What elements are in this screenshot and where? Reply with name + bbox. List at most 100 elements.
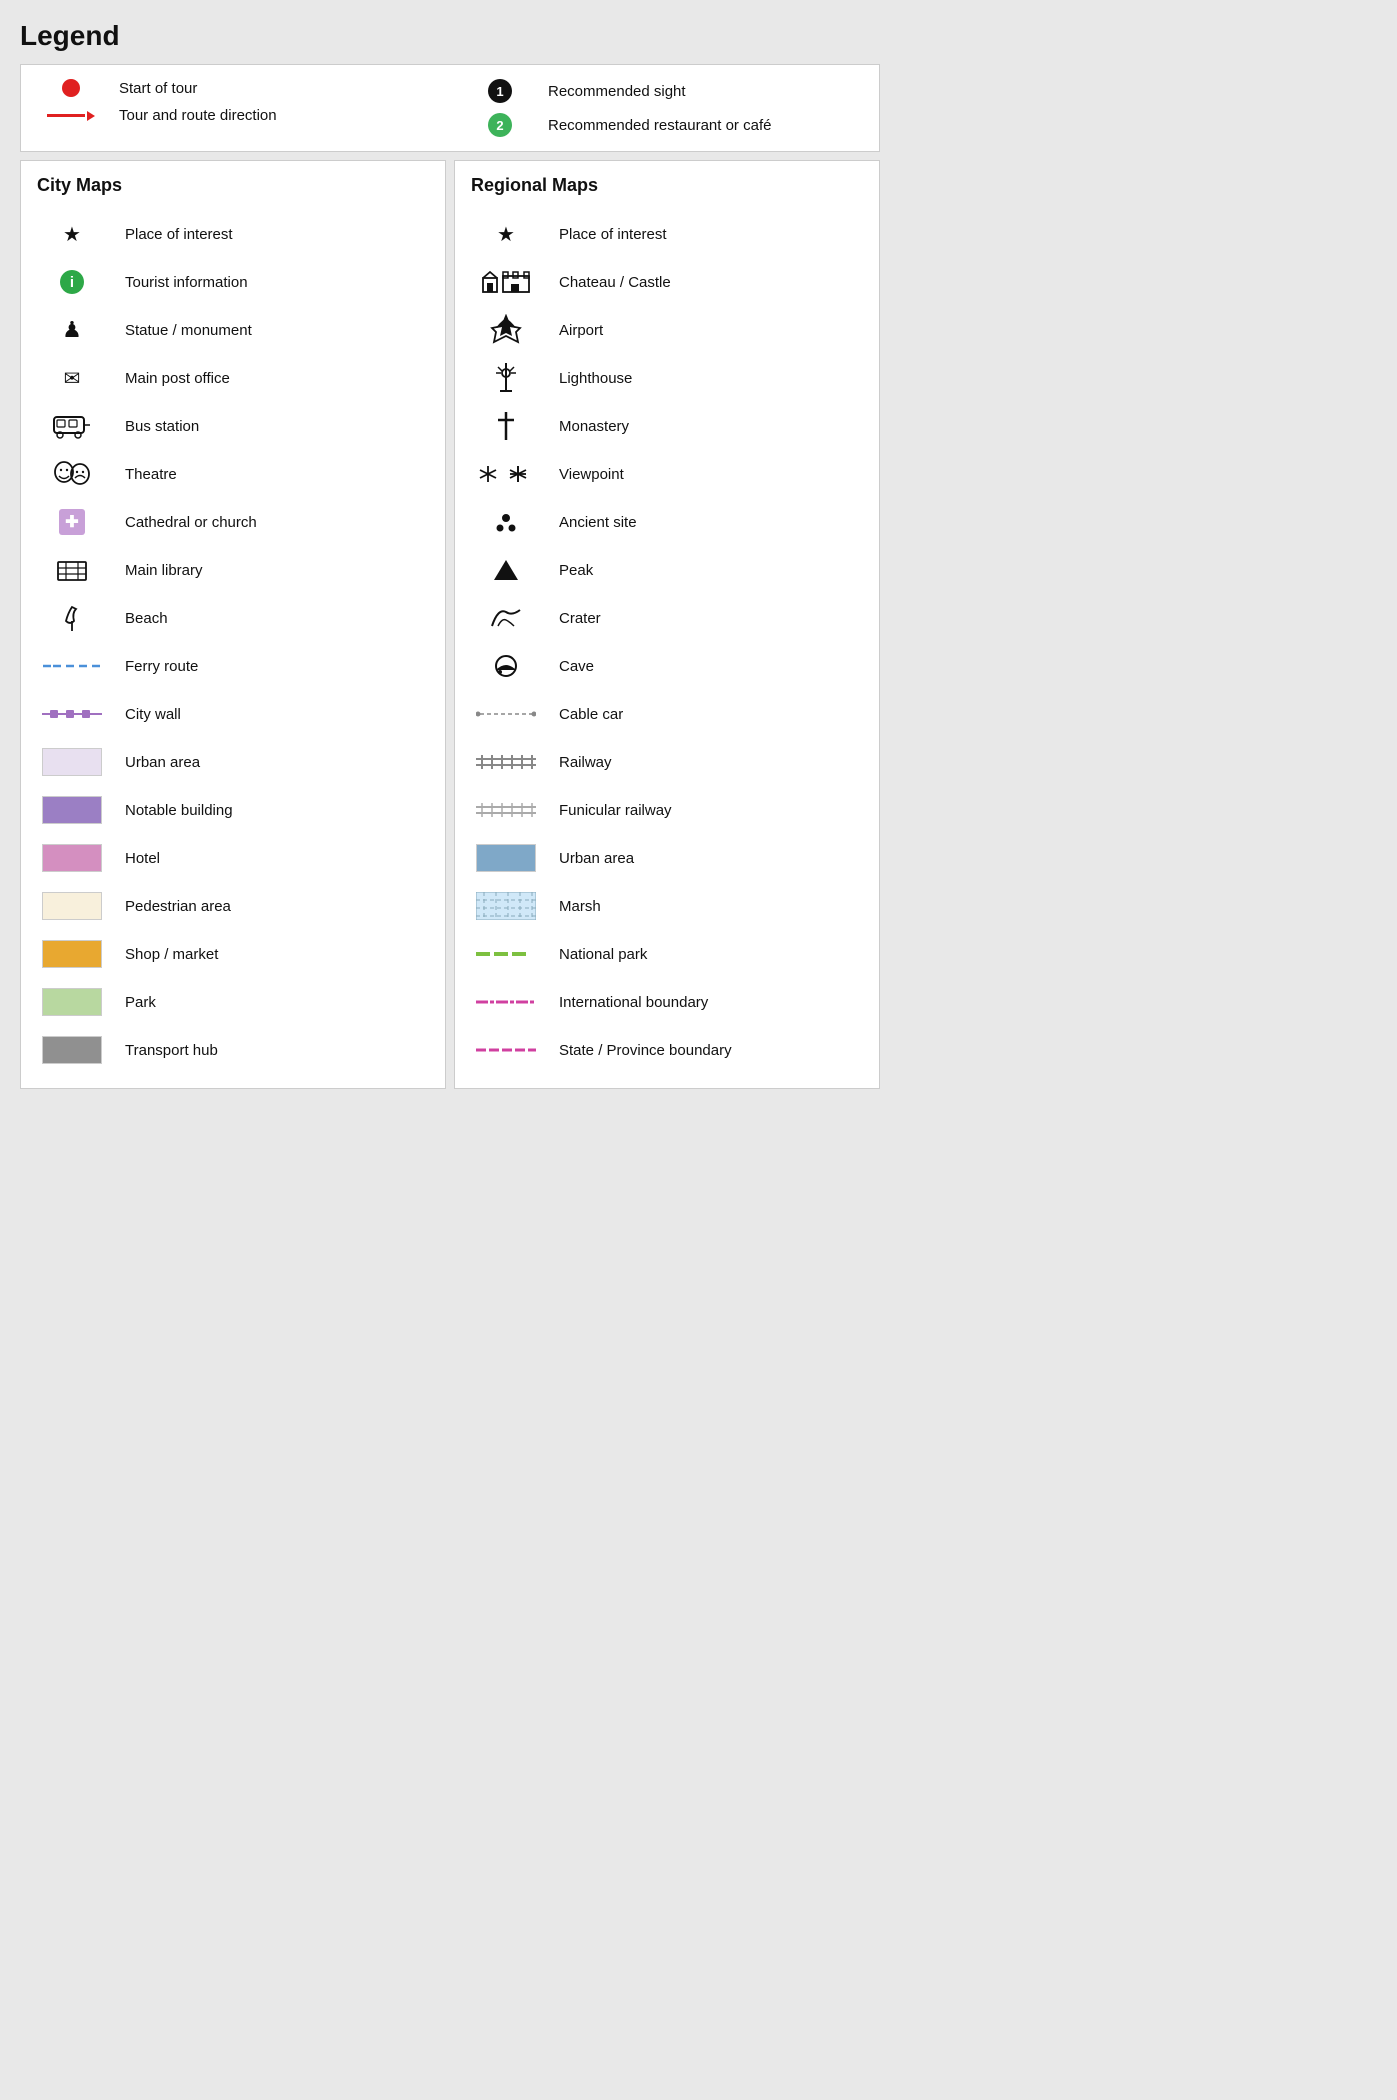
tour-direction-label: Tour and route direction [119,107,430,124]
state-boundary-svg-icon [476,1045,536,1055]
funicular-railway-row: Funicular railway [471,786,863,834]
monastery-row: Monastery [471,402,863,450]
railway-label: Railway [559,754,863,771]
cathedral-church-icon: ✚ [37,509,107,535]
main-post-office-row: ✉ Main post office [37,354,429,402]
crater-row: Crater [471,594,863,642]
purple-box-icon [42,796,102,824]
regional-place-of-interest-label: Place of interest [559,226,863,243]
cave-label: Cave [559,658,863,675]
city-maps-column: City Maps ★ Place of interest i Tourist … [20,160,446,1089]
recommended-sight-row: 1 Recommended sight [470,79,859,103]
national-park-row: National park [471,930,863,978]
railway-icon [471,755,541,769]
chateau-castle-label: Chateau / Castle [559,274,863,291]
peak-label: Peak [559,562,863,579]
marsh-row: Marsh [471,882,863,930]
park-row: Park [37,978,429,1026]
recommended-restaurant-icon: 2 [470,113,530,137]
regional-maps-column: Regional Maps ★ Place of interest [454,160,880,1089]
beach-label: Beach [125,610,429,627]
top-section: Start of tour Tour and route direction 1… [20,64,880,152]
city-maps-title: City Maps [37,175,429,196]
purple-cross-icon: ✚ [59,509,85,535]
green-circle-2: 2 [488,113,512,137]
cable-car-label: Cable car [559,706,863,723]
cream-box-icon [42,892,102,920]
notable-building-label: Notable building [125,802,429,819]
city-wall-label: City wall [125,706,429,723]
hotel-label: Hotel [125,850,429,867]
ferry-line-icon [43,662,101,670]
national-park-icon [471,949,541,959]
regional-place-of-interest-row: ★ Place of interest [471,210,863,258]
regional-urban-area-row: Urban area [471,834,863,882]
main-library-label: Main library [125,562,429,579]
transport-hub-icon [37,1036,107,1064]
theatre-label: Theatre [125,466,429,483]
railway-row: Railway [471,738,863,786]
lighthouse-svg-icon [492,361,520,395]
city-urban-area-label: Urban area [125,754,429,771]
bus-station-label: Bus station [125,418,429,435]
monastery-icon [471,410,541,442]
beach-bird-icon [60,603,84,633]
lighthouse-row: Lighthouse [471,354,863,402]
cave-icon [471,652,541,680]
start-of-tour-icon [41,79,101,97]
blue-box-icon [476,844,536,872]
statue-monument-row: ♟ Statue / monument [37,306,429,354]
red-arrow-head [87,111,95,121]
hotel-row: Hotel [37,834,429,882]
red-arrow-icon [47,111,95,121]
city-wall-icon [42,707,102,721]
recommended-sight-label: Recommended sight [548,83,859,100]
city-place-of-interest-label: Place of interest [125,226,429,243]
castle-icon [481,268,531,296]
pedestrian-area-label: Pedestrian area [125,898,429,915]
main-section: City Maps ★ Place of interest i Tourist … [20,160,880,1089]
cave-row: Cave [471,642,863,690]
airplane-icon [490,314,522,346]
international-boundary-icon [471,997,541,1007]
red-dot-icon [62,79,80,97]
main-library-row: Main library [37,546,429,594]
viewpoint-label: Viewpoint [559,466,863,483]
airport-icon [471,314,541,346]
envelope-icon: ✉ [64,366,81,391]
statue-monument-label: Statue / monument [125,322,429,339]
main-library-icon [37,556,107,584]
star-icon: ★ [63,222,81,247]
funicular-railway-label: Funicular railway [559,802,863,819]
city-place-of-interest-icon: ★ [37,222,107,247]
start-of-tour-label: Start of tour [119,80,430,97]
shop-market-icon [37,940,107,968]
pink-box-icon [42,844,102,872]
cable-car-icon [471,708,541,720]
state-boundary-label: State / Province boundary [559,1042,863,1059]
funicular-svg-icon [476,803,536,817]
ferry-route-icon [37,662,107,670]
ferry-route-label: Ferry route [125,658,429,675]
top-left: Start of tour Tour and route direction [41,79,430,137]
orange-box-icon [42,940,102,968]
marsh-label: Marsh [559,898,863,915]
ferry-route-row: Ferry route [37,642,429,690]
legend-container: Legend Start of tour Tour and route dire… [20,20,880,1089]
peak-row: Peak [471,546,863,594]
city-wall-icon [37,707,107,721]
crater-label: Crater [559,610,863,627]
bus-station-icon [37,413,107,439]
cave-svg-icon [490,652,522,680]
transport-hub-row: Transport hub [37,1026,429,1074]
pedestrian-area-icon [37,892,107,920]
peak-svg-icon [492,556,520,584]
recommended-restaurant-row: 2 Recommended restaurant or café [470,113,859,137]
cable-car-row: Cable car [471,690,863,738]
tourist-information-row: i Tourist information [37,258,429,306]
recommended-sight-icon: 1 [470,79,530,103]
international-boundary-row: International boundary [471,978,863,1026]
library-icon [56,556,88,584]
main-post-office-label: Main post office [125,370,429,387]
beach-icon [37,603,107,633]
